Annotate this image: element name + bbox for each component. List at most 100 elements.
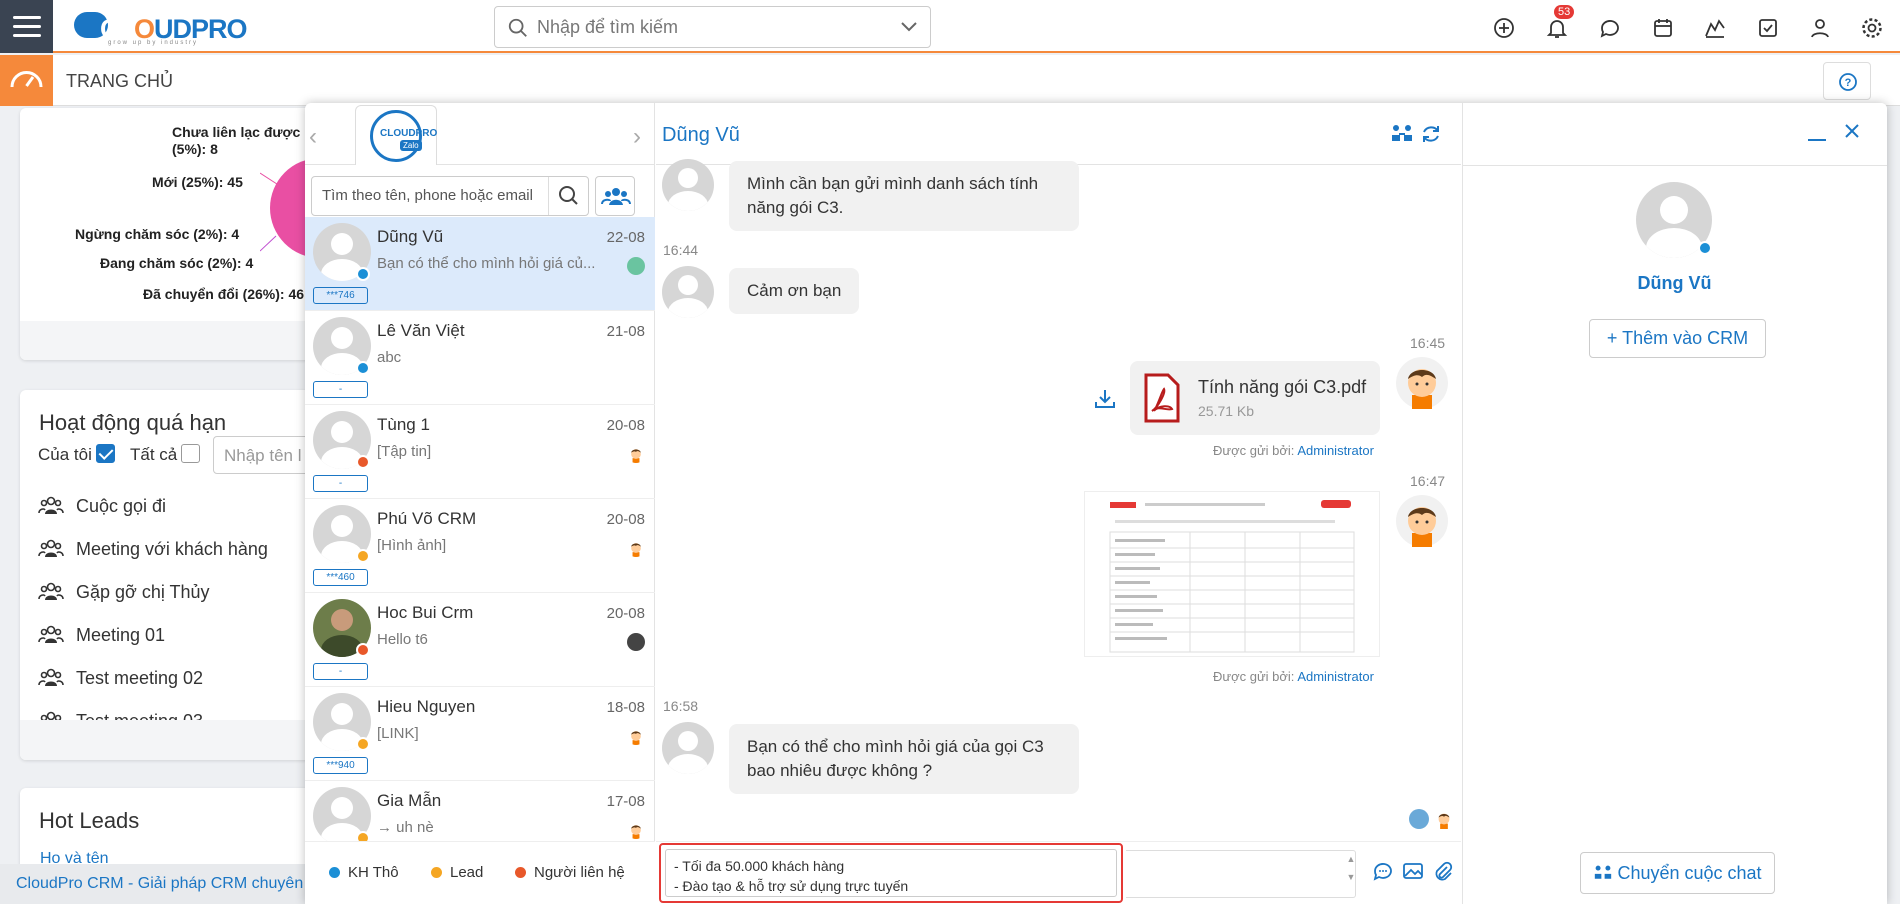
- mine-filter[interactable]: Của tôi: [38, 444, 115, 465]
- page-title: TRANG CHỦ: [66, 71, 173, 91]
- conversation-date: 21-08: [606, 323, 645, 340]
- conversation-preview: Hello t6: [377, 631, 428, 648]
- next-arrow-icon[interactable]: ›: [633, 123, 641, 151]
- last-sender-avatar: [627, 445, 645, 463]
- zalo-channel-tab[interactable]: CLOUDPRO Zalo: [355, 105, 437, 165]
- sent-by: Được gửi bởi: Administrator: [1213, 443, 1374, 458]
- minimize-icon[interactable]: [1808, 139, 1826, 141]
- report-icon[interactable]: [1703, 16, 1727, 40]
- input-resize-stepper[interactable]: ▲ ▼: [1344, 850, 1358, 890]
- conversation-item[interactable]: Tùng 1 20-08 [Tập tin] -: [305, 405, 655, 499]
- conversation-date: 20-08: [606, 417, 645, 434]
- file-size: 25.71 Kb: [1198, 403, 1255, 419]
- notification-badge: 53: [1554, 5, 1575, 19]
- last-sender-avatar: [627, 821, 645, 839]
- checkbox-all[interactable]: [181, 444, 201, 463]
- activity-item[interactable]: Cuộc gọi đi: [38, 494, 166, 517]
- card-title: Hoạt động quá hạn: [39, 410, 227, 435]
- last-sender-avatar: [627, 633, 645, 651]
- checkbox-mine[interactable]: [95, 444, 115, 463]
- conversation-item[interactable]: Hieu Nguyen 18-08 [LINK] ***940: [305, 687, 655, 781]
- help-button[interactable]: ?: [1823, 62, 1871, 100]
- message-input[interactable]: - Tối đa 50.000 khách hàng - Đào tạo & h…: [665, 849, 1117, 897]
- dashboard-icon[interactable]: [0, 55, 53, 106]
- top-navbar: CLOUDPRO grow up by industry 53: [0, 0, 1900, 53]
- close-icon[interactable]: [1844, 123, 1860, 139]
- add-to-crm-button[interactable]: + Thêm vào CRM: [1589, 319, 1766, 358]
- user-icon[interactable]: [1808, 16, 1832, 40]
- lead-status-chart-card: Chưa liên lạc được (5%): 8 Mới (25%): 45…: [20, 108, 320, 360]
- contact-type-dot: [356, 549, 370, 563]
- pie-label: Đang chăm sóc (2%): 4: [100, 255, 254, 271]
- incoming-message: Cảm ơn bạn: [729, 268, 860, 314]
- contact-type-dot: [356, 643, 370, 657]
- transfer-users-icon: [1595, 865, 1612, 879]
- file-name: Tính năng gói C3.pdf: [1198, 377, 1367, 397]
- file-attachment[interactable]: Tính năng gói C3.pdf 25.71 Kb: [1130, 361, 1380, 435]
- refresh-icon[interactable]: [1420, 123, 1442, 145]
- conversation-name: Lê Văn Việt: [377, 321, 465, 340]
- bell-icon[interactable]: [1545, 16, 1569, 40]
- prev-arrow-icon[interactable]: ‹: [309, 123, 317, 151]
- contact-type-dot: [356, 737, 370, 751]
- image-upload-icon[interactable]: [1402, 860, 1424, 882]
- activity-item[interactable]: Gặp gỡ chị Thủy: [38, 580, 210, 603]
- task-icon[interactable]: [1756, 16, 1780, 40]
- search-icon: [508, 18, 527, 37]
- pie-label: Chưa liên lạc được: [172, 124, 301, 140]
- conversation-date: 17-08: [606, 793, 645, 810]
- conversation-preview: [Hình ảnh]: [377, 537, 447, 554]
- activity-item[interactable]: Meeting 01: [38, 623, 165, 646]
- conversation-item[interactable]: Phú Võ CRM 20-08 [Hình ảnh] ***460: [305, 499, 655, 593]
- incoming-message: Bạn có thể cho mình hỏi giá của gọi C3 b…: [729, 724, 1079, 794]
- people-icon: [38, 625, 64, 643]
- contact-search-input[interactable]: [322, 187, 532, 204]
- all-filter[interactable]: Tất cả: [130, 444, 201, 465]
- settings-gear-icon[interactable]: [1860, 16, 1884, 40]
- contact-profile-pane: Dũng Vũ + Thêm vào CRM Chuyển cuộc chat: [1462, 103, 1887, 904]
- incoming-message: Mình cần bạn gửi mình danh sách tính năn…: [729, 161, 1079, 231]
- conversation-item[interactable]: Hoc Bui Crm 20-08 Hello t6-: [305, 593, 655, 687]
- people-icon: [38, 539, 64, 557]
- contact-avatar: [662, 722, 714, 774]
- download-icon[interactable]: [1093, 388, 1117, 410]
- menu-toggle-button[interactable]: [0, 0, 53, 53]
- chevron-down-icon[interactable]: [900, 20, 918, 34]
- conversation-name: Hieu Nguyen: [377, 697, 476, 716]
- transfer-chat-button[interactable]: Chuyển cuộc chat: [1580, 852, 1775, 894]
- conversation-name: Dũng Vũ: [377, 227, 444, 246]
- message-time: 16:44: [663, 242, 699, 258]
- cloudpro-logo[interactable]: CLOUDPRO grow up by industry: [74, 10, 248, 46]
- conversation-item[interactable]: Lê Văn Việt 21-08 abc -: [305, 311, 655, 405]
- message-input-highlight: - Tối đa 50.000 khách hàng - Đào tạo & h…: [659, 843, 1123, 903]
- group-users-button[interactable]: [595, 176, 635, 216]
- calendar-icon[interactable]: [1651, 16, 1675, 40]
- chat-thread-pane: Dũng Vũ Mình cần bạn gửi mình danh sách …: [656, 103, 1461, 904]
- activity-item[interactable]: Meeting với khách hàng: [38, 537, 268, 560]
- pdf-file-icon: [1144, 373, 1180, 423]
- contact-search[interactable]: [311, 176, 589, 216]
- chat-icon[interactable]: [1598, 16, 1622, 40]
- legend-kh-tho: KH Thô: [329, 864, 399, 881]
- image-attachment[interactable]: [1084, 491, 1380, 657]
- conversation-item[interactable]: Dũng Vũ 22-08 Bạn có thể cho mình hỏi giá …: [305, 217, 655, 311]
- activity-item[interactable]: Test meeting 02: [38, 666, 203, 689]
- conversation-name: Tùng 1: [377, 415, 430, 434]
- phone-tag: ***460: [313, 569, 368, 586]
- search-button[interactable]: [548, 177, 588, 215]
- conversation-name: Phú Võ CRM: [377, 509, 477, 528]
- phone-tag: -: [313, 475, 368, 492]
- conversation-date: 20-08: [606, 605, 645, 622]
- conversation-date: 22-08: [606, 229, 645, 246]
- global-search[interactable]: [494, 6, 931, 48]
- global-search-input[interactable]: [537, 15, 877, 39]
- add-icon[interactable]: [1492, 16, 1516, 40]
- overdue-activities-card: Hoạt động quá hạn Của tôi Tất cả Nhập tê…: [20, 390, 323, 760]
- transfer-users-icon[interactable]: [1390, 123, 1414, 145]
- contact-type-dot: [356, 455, 370, 469]
- people-icon: [38, 496, 64, 514]
- last-sender-avatar: [627, 539, 645, 557]
- attachment-icon[interactable]: [1432, 860, 1454, 882]
- last-sender-avatar: [627, 257, 645, 275]
- quick-reply-icon[interactable]: [1372, 860, 1394, 882]
